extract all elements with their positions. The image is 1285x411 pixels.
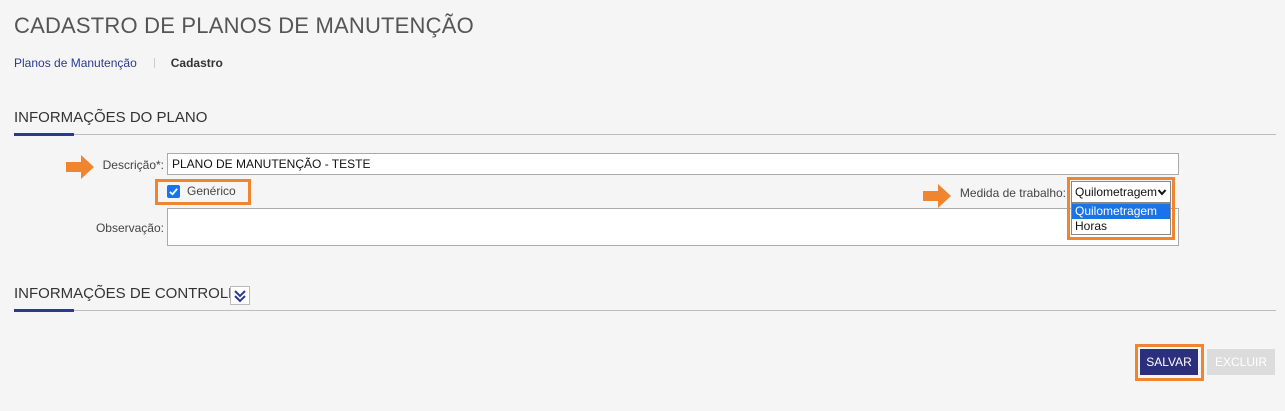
breadcrumb-link-planos[interactable]: Planos de Manutenção bbox=[14, 56, 137, 70]
page-title: CADASTRO DE PLANOS DE MANUTENÇÃO bbox=[14, 13, 474, 38]
generico-label: Genérico bbox=[187, 184, 236, 198]
medida-select-value: Quilometragem bbox=[1075, 185, 1158, 199]
medida-option-horas[interactable]: Horas bbox=[1072, 219, 1170, 234]
delete-button[interactable]: EXCLUIR bbox=[1207, 349, 1275, 375]
observacao-label: Observação: bbox=[95, 221, 164, 235]
breadcrumb-separator bbox=[153, 58, 155, 68]
save-button[interactable]: SALVAR bbox=[1140, 349, 1198, 375]
medida-dropdown: Quilometragem Horas bbox=[1071, 203, 1171, 235]
section-underline bbox=[14, 133, 74, 136]
section-informacoes-controle: INFORMAÇÕES DE CONTROLE bbox=[14, 285, 1276, 312]
breadcrumb: Planos de Manutenção Cadastro bbox=[14, 56, 223, 70]
check-icon bbox=[169, 187, 178, 196]
arrow-right-icon bbox=[66, 155, 94, 179]
section-title: INFORMAÇÕES DE CONTROLE bbox=[14, 285, 239, 302]
breadcrumb-current: Cadastro bbox=[170, 56, 223, 70]
section-informacoes-plano: INFORMAÇÕES DO PLANO bbox=[14, 109, 1276, 136]
double-chevron-down-icon bbox=[234, 289, 246, 302]
expand-controle-button[interactable] bbox=[230, 286, 250, 305]
generico-checkbox[interactable] bbox=[167, 184, 180, 198]
section-title: INFORMAÇÕES DO PLANO bbox=[14, 109, 208, 126]
medida-select[interactable]: Quilometragem bbox=[1071, 181, 1171, 203]
descricao-label: Descrição*: bbox=[102, 158, 164, 172]
chevron-down-icon bbox=[1157, 189, 1167, 196]
medida-option-quilometragem[interactable]: Quilometragem bbox=[1072, 204, 1170, 219]
medida-label: Medida de trabalho: bbox=[959, 186, 1066, 200]
observacao-field[interactable] bbox=[167, 208, 1179, 246]
generico-checkbox-wrap[interactable]: Genérico bbox=[167, 184, 236, 198]
descricao-field[interactable] bbox=[167, 153, 1179, 175]
section-underline bbox=[14, 309, 74, 312]
